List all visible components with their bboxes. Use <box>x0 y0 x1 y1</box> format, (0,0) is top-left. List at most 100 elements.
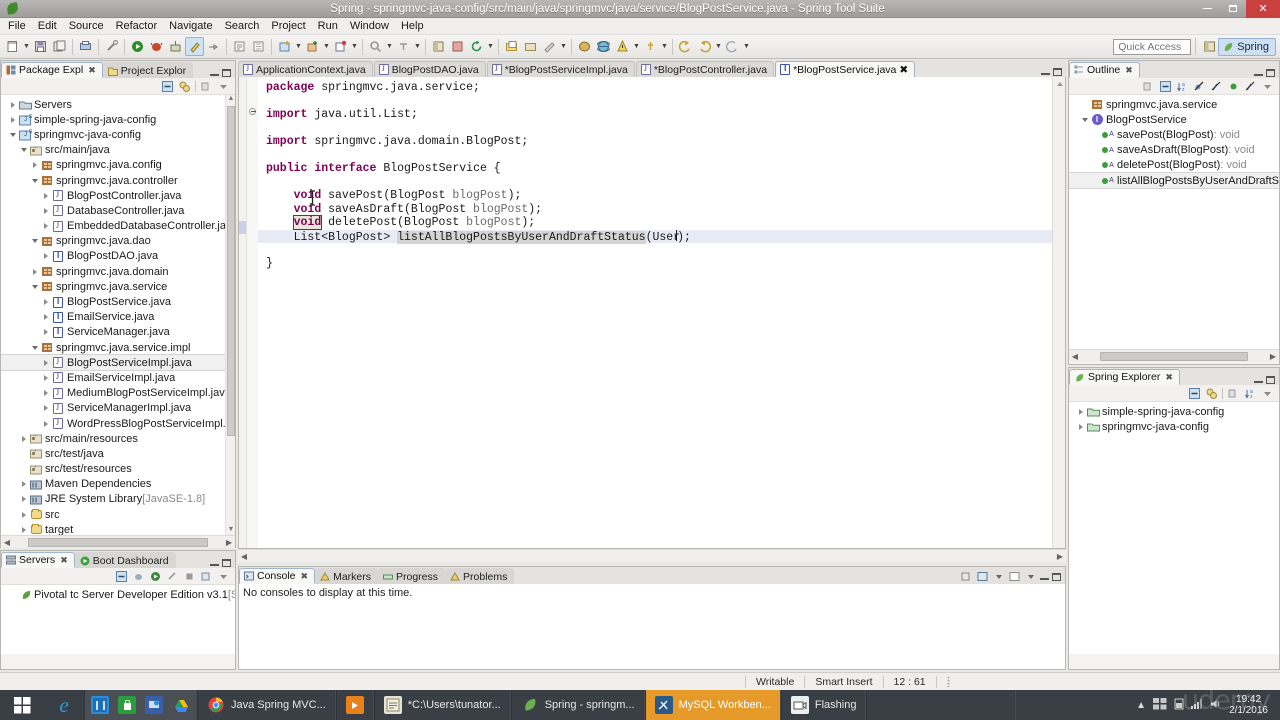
open-console-dropdown-icon[interactable] <box>1024 570 1037 583</box>
servers-body[interactable]: Pivotal tc Server Developer Edition v3.1… <box>1 585 235 654</box>
view-menu-icon[interactable] <box>217 80 230 93</box>
tree-row[interactable]: springmvc.java.controller <box>1 173 235 188</box>
tab-markers[interactable]: Markers <box>315 568 378 584</box>
tree-row[interactable]: springmvc.java.config <box>1 158 235 173</box>
code-line[interactable]: import java.util.List; <box>258 108 1052 122</box>
menu-search[interactable]: Search <box>219 19 266 33</box>
twisty-collapsed-icon[interactable] <box>40 418 51 429</box>
tree-row[interactable]: JRE System Library [JavaSE-1.8] <box>1 492 235 507</box>
taskbar-item-media-player[interactable] <box>335 690 374 720</box>
taskbar-item-editor[interactable]: *C:\Users\tunator... <box>373 690 511 720</box>
close-icon[interactable]: ✖ <box>1125 65 1133 76</box>
code-line[interactable]: void deletePost(BlogPost blogPost); <box>258 215 1052 230</box>
twisty-collapsed-icon[interactable] <box>18 479 29 490</box>
tree-row[interactable]: BlogPostController.java <box>1 188 235 203</box>
hide-nonpublic-icon[interactable] <box>1227 80 1240 93</box>
minimize-icon[interactable] <box>1041 73 1050 75</box>
tree-row[interactable]: src/test/resources <box>1 462 235 477</box>
twisty-collapsed-icon[interactable] <box>29 160 40 171</box>
code-line[interactable]: List<BlogPost> listAllBlogPostsByUserAnd… <box>258 229 1052 244</box>
tree-row[interactable]: Maven Dependencies <box>1 477 235 492</box>
tab-project-explorer[interactable]: Project Explor <box>102 62 194 78</box>
scroll-up-arrow-icon[interactable] <box>1053 77 1066 90</box>
tree-row[interactable]: BlogPostDAO.java <box>1 249 235 264</box>
search-icon[interactable] <box>366 37 385 56</box>
quick-fix-icon[interactable] <box>102 37 121 56</box>
search-dropdown-arrow[interactable]: ▼ <box>385 37 394 56</box>
debug-server-icon[interactable] <box>132 570 145 583</box>
taskbar-item-mysql-workbench[interactable]: MySQL Workben... <box>644 690 781 720</box>
editor-hscrollbar[interactable]: ◀ ▶ <box>238 549 1066 562</box>
menu-navigate[interactable]: Navigate <box>163 19 218 33</box>
new-class-icon[interactable] <box>331 37 350 56</box>
twisty-collapsed-icon[interactable] <box>1075 406 1086 417</box>
minimize-icon[interactable] <box>210 564 219 566</box>
tree-row[interactable]: EmailService.java <box>1 310 235 325</box>
back-history-icon[interactable] <box>723 37 742 56</box>
tab-servers[interactable]: Servers ✖ <box>1 552 75 568</box>
tree-row[interactable]: BlogPostServiceImpl.java <box>1 354 235 372</box>
twisty-collapsed-icon[interactable] <box>18 509 29 520</box>
quick-access-input[interactable] <box>1113 38 1192 55</box>
scroll-left-arrow-icon[interactable]: ◀ <box>1069 350 1081 362</box>
tree-row[interactable]: springmvc.java.service <box>1069 97 1279 112</box>
code-line[interactable]: import springmvc.java.domain.BlogPost; <box>258 135 1052 149</box>
maximize-icon[interactable] <box>222 69 231 77</box>
start-server-icon[interactable] <box>149 570 162 583</box>
publish-icon[interactable] <box>200 570 213 583</box>
editor-tab-1[interactable]: BlogPostDAO.java <box>373 61 486 77</box>
network-flag-icon[interactable] <box>1153 697 1167 713</box>
fold-collapse-icon[interactable] <box>249 108 256 115</box>
pencil-dropdown-arrow[interactable]: ▼ <box>559 37 568 56</box>
start-button[interactable] <box>0 690 44 720</box>
ant-icon[interactable] <box>641 37 660 56</box>
menu-edit[interactable]: Edit <box>32 19 63 33</box>
stop-server-icon[interactable] <box>183 570 196 583</box>
taskbar-item-chrome[interactable]: Java Spring MVC... <box>197 690 336 720</box>
collapse-all-icon[interactable] <box>115 570 128 583</box>
back-icon[interactable] <box>676 37 695 56</box>
sort-icon[interactable]: az <box>1244 387 1257 400</box>
tree-row[interactable]: src/main/java <box>1 143 235 158</box>
outline-hscrollbar[interactable]: ◀ ▶ <box>1069 349 1279 362</box>
debug-icon[interactable] <box>147 37 166 56</box>
profile-server-icon[interactable] <box>166 570 179 583</box>
tree-row[interactable]: DatabaseController.java <box>1 203 235 218</box>
refresh-icon[interactable] <box>467 37 486 56</box>
view-menu-extra-icon[interactable] <box>200 80 213 93</box>
twisty-collapsed-icon[interactable] <box>40 297 51 308</box>
package-explorer-vscrollbar[interactable]: ▲ ▼ <box>225 95 235 535</box>
new-class-dropdown-arrow[interactable]: ▼ <box>350 37 359 56</box>
twisty-expanded-icon[interactable] <box>29 175 40 186</box>
open-perspective-button[interactable] <box>1200 38 1218 56</box>
restore-button[interactable] <box>1220 0 1246 18</box>
tree-row[interactable]: AsaveAsDraft(BlogPost) : void <box>1069 143 1279 158</box>
editor-annotation-ruler[interactable] <box>239 77 247 548</box>
twisty-collapsed-icon[interactable] <box>18 494 29 505</box>
twisty-collapsed-icon[interactable] <box>40 205 51 216</box>
hide-fields-icon[interactable] <box>1193 80 1206 93</box>
minimize-button[interactable] <box>1194 0 1220 18</box>
volume-icon[interactable] <box>1210 698 1222 713</box>
menu-project[interactable]: Project <box>265 19 311 33</box>
hide-local-types-icon[interactable] <box>1244 80 1257 93</box>
print-icon[interactable] <box>76 37 95 56</box>
refresh-dropdown-arrow[interactable]: ▼ <box>486 37 495 56</box>
tree-row[interactable]: J Ssimple-spring-java-config <box>1 112 235 127</box>
code-line[interactable] <box>258 176 1052 190</box>
code-line[interactable] <box>258 122 1052 136</box>
boot-run-icon[interactable] <box>185 37 204 56</box>
outline-tree[interactable]: springmvc.java.service I BlogPostService As… <box>1069 95 1279 190</box>
editor-tab-3[interactable]: *BlogPostController.java <box>635 61 775 77</box>
focus-on-active-task-icon[interactable] <box>1142 80 1155 93</box>
open-folder-icon[interactable] <box>521 37 540 56</box>
scroll-up-arrow-icon[interactable]: ▲ <box>227 95 235 104</box>
tab-package-explorer[interactable]: Package Expl ✖ <box>1 62 103 78</box>
tree-row[interactable]: target <box>1 522 235 535</box>
link-with-editor-icon[interactable] <box>178 80 191 93</box>
save-icon[interactable] <box>31 37 50 56</box>
package-explorer-tree[interactable]: Servers J Ssimple-spring-java-config J Sspri… <box>1 95 235 535</box>
new-package-dropdown-arrow[interactable]: ▼ <box>322 37 331 56</box>
new-java-project-icon[interactable] <box>275 37 294 56</box>
twisty-collapsed-icon[interactable] <box>40 357 51 368</box>
